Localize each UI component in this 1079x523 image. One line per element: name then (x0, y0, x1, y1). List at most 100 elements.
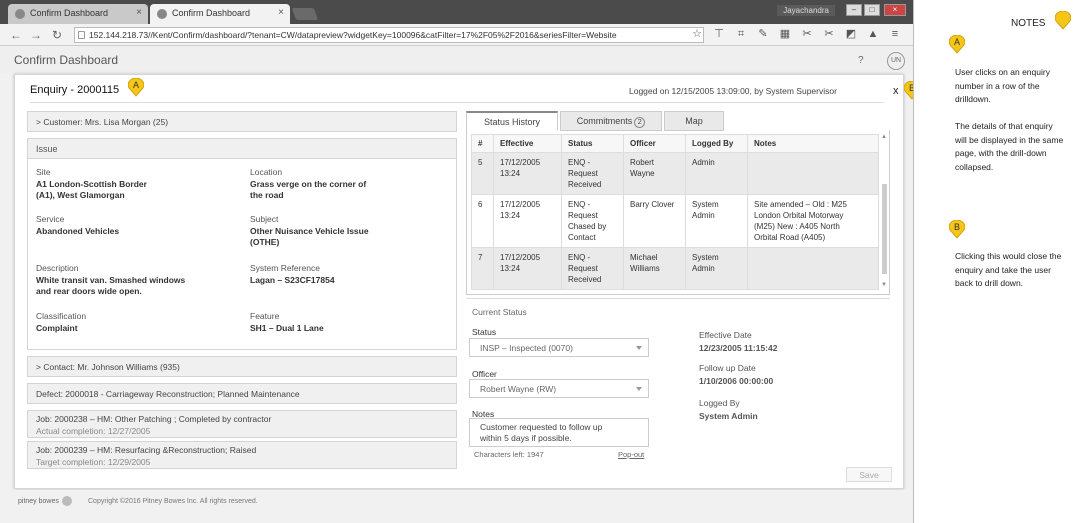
chevron-down-icon (636, 346, 642, 350)
logged-info: Logged on 12/15/2005 13:09:00, by System… (629, 86, 837, 96)
app-header: Confirm Dashboard ? UN (0, 47, 913, 73)
table-header-row: # Effective Status Officer Logged By Not… (471, 134, 879, 153)
close-tab-icon[interactable]: × (278, 7, 284, 18)
url-field[interactable]: 152.144.218.73//Kent/Confirm/dashboard/?… (74, 27, 704, 43)
contact-accordion[interactable]: > Contact: Mr. Johnson Williams (935) (27, 356, 457, 377)
customer-accordion[interactable]: > Customer: Mrs. Lisa Morgan (25) (27, 111, 457, 132)
field-site: Site A1 London-Scottish Border (A1), Wes… (36, 167, 147, 200)
notes-pin-icon (1054, 10, 1072, 30)
extension-icon[interactable]: ▦ (779, 28, 791, 40)
field-subject: Subject Other Nuisance Vehicle Issue (OT… (250, 214, 369, 247)
followup-date-value: 1/10/2006 00:00:00 (699, 376, 774, 386)
close-tab-icon[interactable]: × (136, 7, 142, 18)
favicon-icon (15, 9, 25, 19)
extension-icon[interactable]: ✂ (823, 28, 835, 40)
brand-logo: pitney bowes (18, 498, 59, 505)
notes-panel: NOTES A User clicks on an enquiry number… (915, 0, 1079, 523)
col-header[interactable]: Notes (747, 134, 879, 153)
field-classification: Classification Complaint (36, 311, 87, 333)
effective-date-label: Effective Date (699, 330, 752, 340)
new-tab-button[interactable] (291, 8, 319, 20)
note-a-text: User clicks on an enquiry number in a ro… (955, 67, 1064, 172)
tab-commitments[interactable]: Commitments 2 (560, 111, 662, 131)
close-enquiry-button[interactable]: x (893, 85, 899, 97)
enquiry-details: > Customer: Mrs. Lisa Morgan (25) Issue … (27, 111, 457, 472)
defect-row[interactable]: Defect: 2000018 - Carriageway Reconstruc… (27, 383, 457, 404)
note-b-text: Clicking this would close the enquiry an… (955, 251, 1062, 288)
followup-date-label: Follow up Date (699, 363, 756, 373)
annotation-marker-b: B (903, 80, 913, 100)
officer-select[interactable]: Robert Wayne (RW) (469, 379, 649, 398)
minimize-icon[interactable]: – (846, 4, 862, 16)
user-avatar[interactable]: UN (887, 52, 905, 70)
annotation-marker-a: A (127, 77, 145, 97)
table-scrollbar[interactable]: ▲ ▼ (881, 134, 888, 289)
job-row[interactable]: Job: 2000239 – HM: Resurfacing &Reconstr… (27, 441, 457, 469)
app-footer: pitney bowes Copyright ©2016 Pitney Bowe… (0, 490, 913, 523)
loggedby-value: System Admin (699, 411, 758, 421)
issue-section: Issue Site A1 London-Scottish Border (A1… (27, 138, 457, 350)
scroll-thumb[interactable] (882, 184, 887, 274)
field-description: Description White transit van. Smashed w… (36, 263, 186, 296)
tab-label: Confirm Dashboard (30, 8, 109, 18)
officer-label: Officer (472, 369, 497, 379)
close-window-icon[interactable]: × (884, 4, 906, 16)
extension-icon[interactable]: ⌗ (735, 28, 747, 40)
url-text: 152.144.218.73//Kent/Confirm/dashboard/?… (89, 30, 617, 40)
col-header[interactable]: Logged By (685, 134, 748, 153)
table-row[interactable]: 5 17/12/2005 13:24 ENQ - Request Receive… (471, 152, 879, 195)
enquiry-dialog: Enquiry - 2000115 Logged on 12/15/2005 1… (14, 74, 913, 489)
issue-fields: Site A1 London-Scottish Border (A1), Wes… (28, 159, 456, 349)
forward-icon[interactable]: → (30, 28, 42, 42)
col-header[interactable]: # (471, 134, 494, 153)
annotation-marker-a: A (948, 34, 966, 54)
field-service: Service Abandoned Vehicles (36, 214, 120, 236)
tab-status-history[interactable]: Status History (466, 111, 558, 131)
field-feature: Feature SH1 – Dual 1 Lane (250, 311, 324, 333)
enquiry-title: Enquiry - 2000115 (30, 84, 120, 96)
extension-icon[interactable]: ✂ (801, 28, 813, 40)
loggedby-label: Logged By (699, 398, 740, 408)
table-row[interactable]: 7 17/12/2005 13:24 ENQ - Request Receive… (471, 247, 879, 290)
extension-icon[interactable]: ▲ (867, 28, 879, 40)
browser-user[interactable]: Jayachandra (777, 5, 835, 16)
extension-icon[interactable]: ✎ (757, 28, 769, 40)
current-status-section: Current Status (466, 298, 890, 317)
app-title: Confirm Dashboard (14, 53, 119, 67)
scroll-up-icon[interactable]: ▲ (881, 134, 887, 140)
job-row[interactable]: Job: 2000238 – HM: Other Patching ; Comp… (27, 410, 457, 438)
col-header[interactable]: Effective (493, 134, 562, 153)
help-icon[interactable]: ? (858, 55, 864, 66)
characters-left: Characters left: 1947 (474, 450, 544, 459)
annotation-marker-b: B (948, 219, 966, 239)
scroll-down-icon[interactable]: ▼ (881, 282, 887, 288)
tab-map[interactable]: Map (664, 111, 724, 131)
col-header[interactable]: Officer (623, 134, 686, 153)
menu-icon[interactable]: ≡ (889, 28, 901, 40)
address-bar-row: ← → ↻ 152.144.218.73//Kent/Confirm/dashb… (0, 24, 913, 46)
table-row[interactable]: 6 17/12/2005 13:24 ENQ - Request Chased … (471, 194, 879, 248)
maximize-icon[interactable]: □ (864, 4, 880, 16)
field-system-reference: System Reference Lagan – S23CF17854 (250, 263, 335, 285)
popout-link[interactable]: Pop-out (618, 450, 644, 459)
save-button[interactable]: Save (846, 467, 892, 482)
field-location: Location Grass verge on the corner of th… (250, 167, 367, 200)
col-header[interactable]: Status (561, 134, 624, 153)
browser-tab-1[interactable]: Confirm Dashboard × (8, 4, 148, 24)
tab-label: Confirm Dashboard (172, 8, 251, 18)
current-status-title: Current Status (472, 307, 527, 317)
reload-icon[interactable]: ↻ (52, 28, 62, 42)
status-history-panel: # Effective Status Officer Logged By Not… (466, 130, 890, 295)
status-select[interactable]: INSP – Inspected (0070) (469, 338, 649, 357)
notes-textarea[interactable]: Customer requested to follow up within 5… (469, 418, 649, 447)
extension-icon[interactable]: ◩ (845, 28, 857, 40)
copyright: Copyright ©2016 Pitney Bowes Inc. All ri… (88, 498, 258, 505)
brand-icon (62, 496, 72, 506)
back-icon[interactable]: ← (10, 28, 22, 42)
browser-tab-2[interactable]: Confirm Dashboard × (150, 4, 290, 24)
bookmark-star-icon[interactable]: ☆ (691, 28, 703, 40)
favicon-icon (157, 9, 167, 19)
chevron-down-icon (636, 387, 642, 391)
effective-date-value: 12/23/2005 11:15:42 (699, 343, 778, 353)
extension-icon[interactable]: ⊤ (713, 28, 725, 40)
